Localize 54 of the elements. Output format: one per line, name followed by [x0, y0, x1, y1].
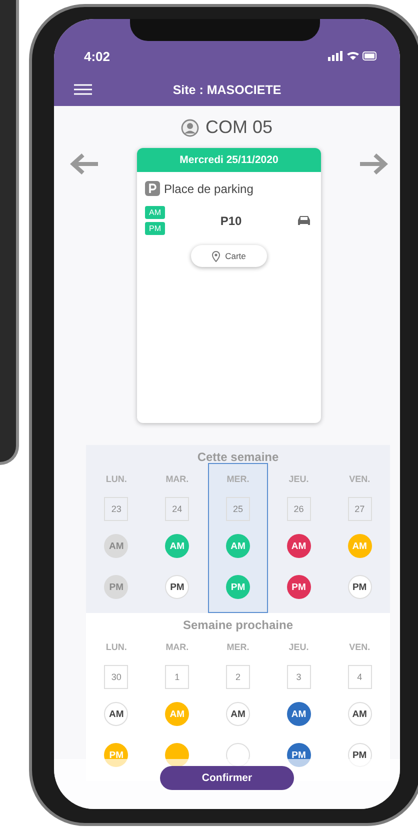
menu-icon[interactable] — [74, 84, 92, 95]
day-date: 30 — [104, 665, 128, 689]
slot-toggle[interactable]: PM — [286, 575, 311, 599]
slot-badge: AM — [145, 206, 165, 219]
slot-toggle[interactable]: AM — [104, 702, 128, 726]
day-date: 25 — [226, 497, 250, 521]
map-button[interactable]: Carte — [191, 245, 267, 267]
day-name: MER. — [226, 474, 250, 484]
slot-toggle[interactable] — [165, 743, 190, 767]
day-date: 1 — [165, 665, 190, 689]
day-name: JEU. — [288, 474, 309, 484]
slot-toggle[interactable]: PM — [348, 743, 372, 767]
slot-toggle[interactable]: PM — [286, 743, 311, 767]
slot-toggle[interactable]: AM — [104, 534, 128, 558]
confirm-button[interactable]: Confirmer — [160, 766, 294, 790]
slot-toggle[interactable]: AM — [348, 702, 372, 726]
day-date: 26 — [286, 497, 311, 521]
day-name: LUN. — [106, 474, 127, 484]
user-name: COM 05 — [205, 117, 273, 138]
slot-toggle[interactable]: PM — [348, 575, 372, 599]
header-title: Site : MASOCIETE — [172, 82, 282, 96]
status-time: 4:02 — [84, 49, 110, 64]
slot-toggle[interactable]: AM — [286, 534, 311, 558]
car-icon — [297, 215, 311, 226]
day-name: VEN. — [349, 642, 370, 652]
left-arrow-icon[interactable] — [70, 153, 100, 175]
week-title: Cette semaine — [197, 450, 279, 466]
day-date: 23 — [104, 497, 128, 521]
slot-toggle[interactable]: PM — [165, 575, 190, 599]
card-date: Mercredi 25/11/2020 — [137, 148, 321, 172]
day-name: MAR. — [166, 642, 189, 652]
slot-toggle[interactable]: AM — [226, 702, 250, 726]
day-name: MAR. — [166, 474, 189, 484]
slot-toggle[interactable]: AM — [286, 702, 311, 726]
pin-icon — [212, 250, 220, 262]
slot-badge: PM — [145, 222, 165, 235]
day-date: 27 — [348, 497, 372, 521]
day-name: MER. — [226, 642, 250, 652]
day-name: VEN. — [349, 474, 370, 484]
status-icons — [328, 51, 378, 61]
day-name: JEU. — [288, 642, 309, 652]
parking-icon — [145, 181, 160, 196]
right-arrow-icon[interactable] — [358, 153, 388, 175]
day-date: 3 — [286, 665, 311, 689]
day-date: 2 — [226, 665, 250, 689]
day-date: 24 — [165, 497, 190, 521]
parking-spot: P10 — [219, 214, 243, 228]
week-title: Semaine prochaine — [182, 618, 294, 634]
day-name: LUN. — [106, 642, 127, 652]
day-date: 4 — [348, 665, 372, 689]
user-icon — [181, 118, 200, 136]
slot-toggle[interactable]: PM — [104, 575, 128, 599]
slot-toggle[interactable] — [226, 743, 250, 767]
reservation-type: Place de parking — [164, 182, 254, 196]
